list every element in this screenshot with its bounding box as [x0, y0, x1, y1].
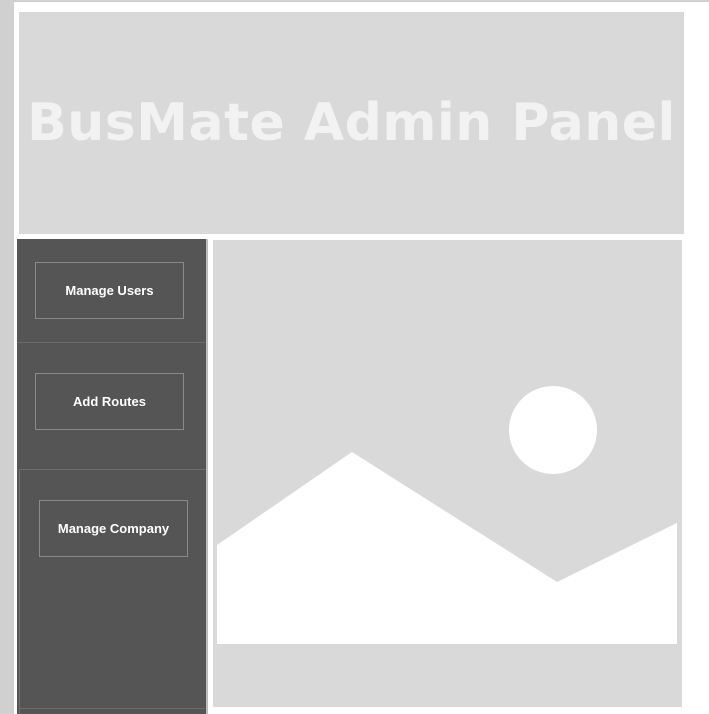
sidebar: Manage Users Add Routes Manage Company: [17, 239, 207, 714]
header-banner: BusMate Admin Panel: [19, 12, 684, 234]
image-placeholder: [213, 240, 682, 707]
sidebar-section-routes: Add Routes: [17, 344, 207, 469]
manage-company-button[interactable]: Manage Company: [39, 500, 188, 557]
window-top-edge: [14, 0, 709, 2]
sidebar-bottom-divider: [19, 708, 205, 709]
window-left-edge: [0, 0, 14, 714]
add-routes-button[interactable]: Add Routes: [35, 373, 184, 430]
manage-users-button[interactable]: Manage Users: [35, 262, 184, 319]
sun-circle: [509, 386, 597, 474]
page-title: BusMate Admin Panel: [27, 93, 676, 153]
admin-page: BusMate Admin Panel Manage Users Add Rou…: [0, 0, 709, 714]
image-placeholder-icon: [213, 240, 682, 707]
sidebar-divider: [206, 239, 208, 714]
right-margin: [684, 240, 709, 707]
sidebar-section-users: Manage Users: [17, 239, 207, 343]
sidebar-section-company: Manage Company: [19, 469, 207, 714]
